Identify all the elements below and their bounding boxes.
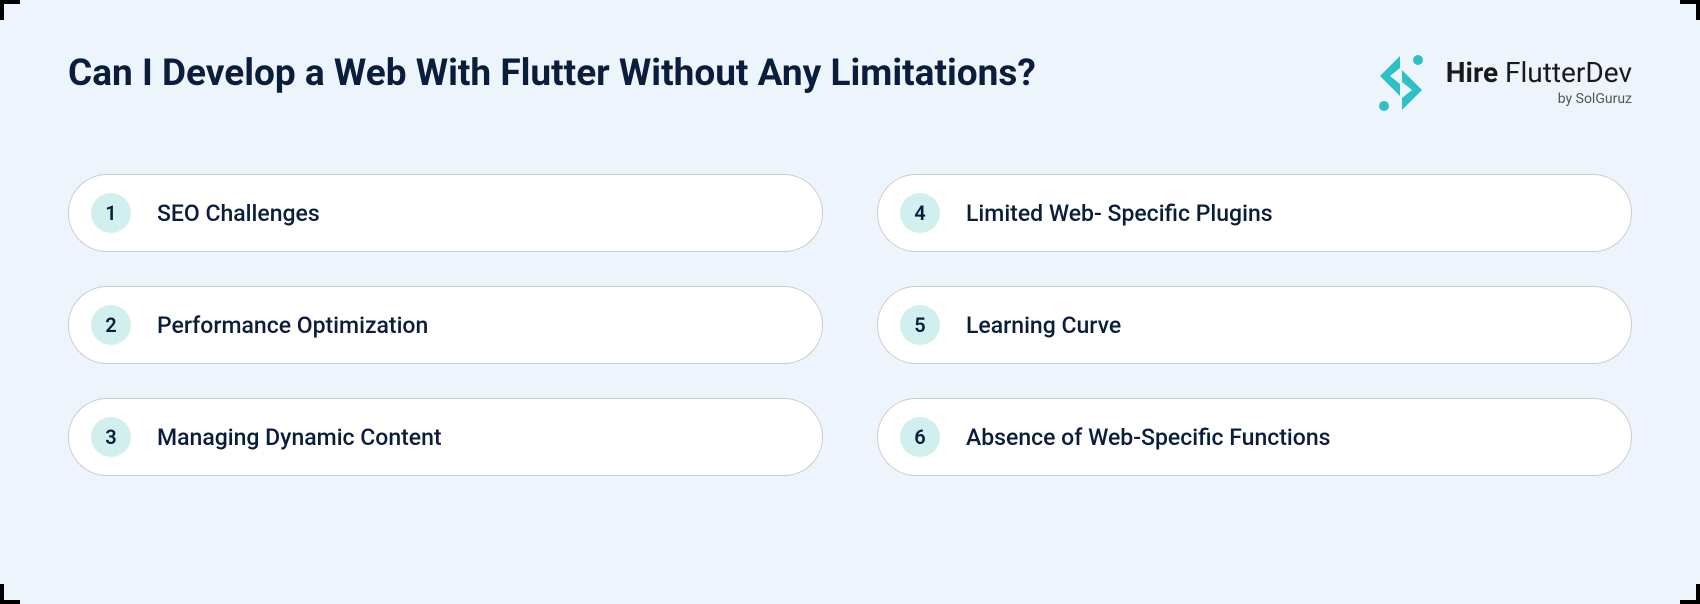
brand-text: Hire FlutterDev by SolGuruz — [1446, 59, 1632, 107]
crop-mark-tr — [1680, 0, 1700, 20]
list-item: 6 Absence of Web-Specific Functions — [877, 398, 1632, 476]
list-item: 2 Performance Optimization — [68, 286, 823, 364]
crop-mark-bl — [0, 584, 20, 604]
list-item: 5 Learning Curve — [877, 286, 1632, 364]
item-label: Managing Dynamic Content — [157, 424, 442, 451]
list-item: 3 Managing Dynamic Content — [68, 398, 823, 476]
code-arrows-icon — [1370, 52, 1432, 114]
items-grid: 1 SEO Challenges 4 Limited Web- Specific… — [68, 174, 1632, 476]
brand-title: Hire FlutterDev — [1446, 59, 1632, 87]
item-number: 6 — [900, 417, 940, 457]
brand-bold: Hire — [1446, 56, 1498, 89]
brand-logo: Hire FlutterDev by SolGuruz — [1370, 52, 1632, 114]
brand-light: FlutterDev — [1505, 56, 1632, 89]
item-number: 3 — [91, 417, 131, 457]
list-item: 4 Limited Web- Specific Plugins — [877, 174, 1632, 252]
item-number: 4 — [900, 193, 940, 233]
item-number: 2 — [91, 305, 131, 345]
item-label: Performance Optimization — [157, 312, 428, 339]
list-item: 1 SEO Challenges — [68, 174, 823, 252]
page-title: Can I Develop a Web With Flutter Without… — [68, 52, 1036, 96]
item-label: SEO Challenges — [157, 200, 320, 227]
item-label: Limited Web- Specific Plugins — [966, 200, 1273, 227]
brand-byline: by SolGuruz — [1558, 91, 1632, 107]
crop-mark-tl — [0, 0, 20, 20]
item-number: 1 — [91, 193, 131, 233]
header: Can I Develop a Web With Flutter Without… — [68, 52, 1632, 114]
item-label: Absence of Web-Specific Functions — [966, 424, 1330, 451]
item-number: 5 — [900, 305, 940, 345]
item-label: Learning Curve — [966, 312, 1121, 339]
crop-mark-br — [1680, 584, 1700, 604]
